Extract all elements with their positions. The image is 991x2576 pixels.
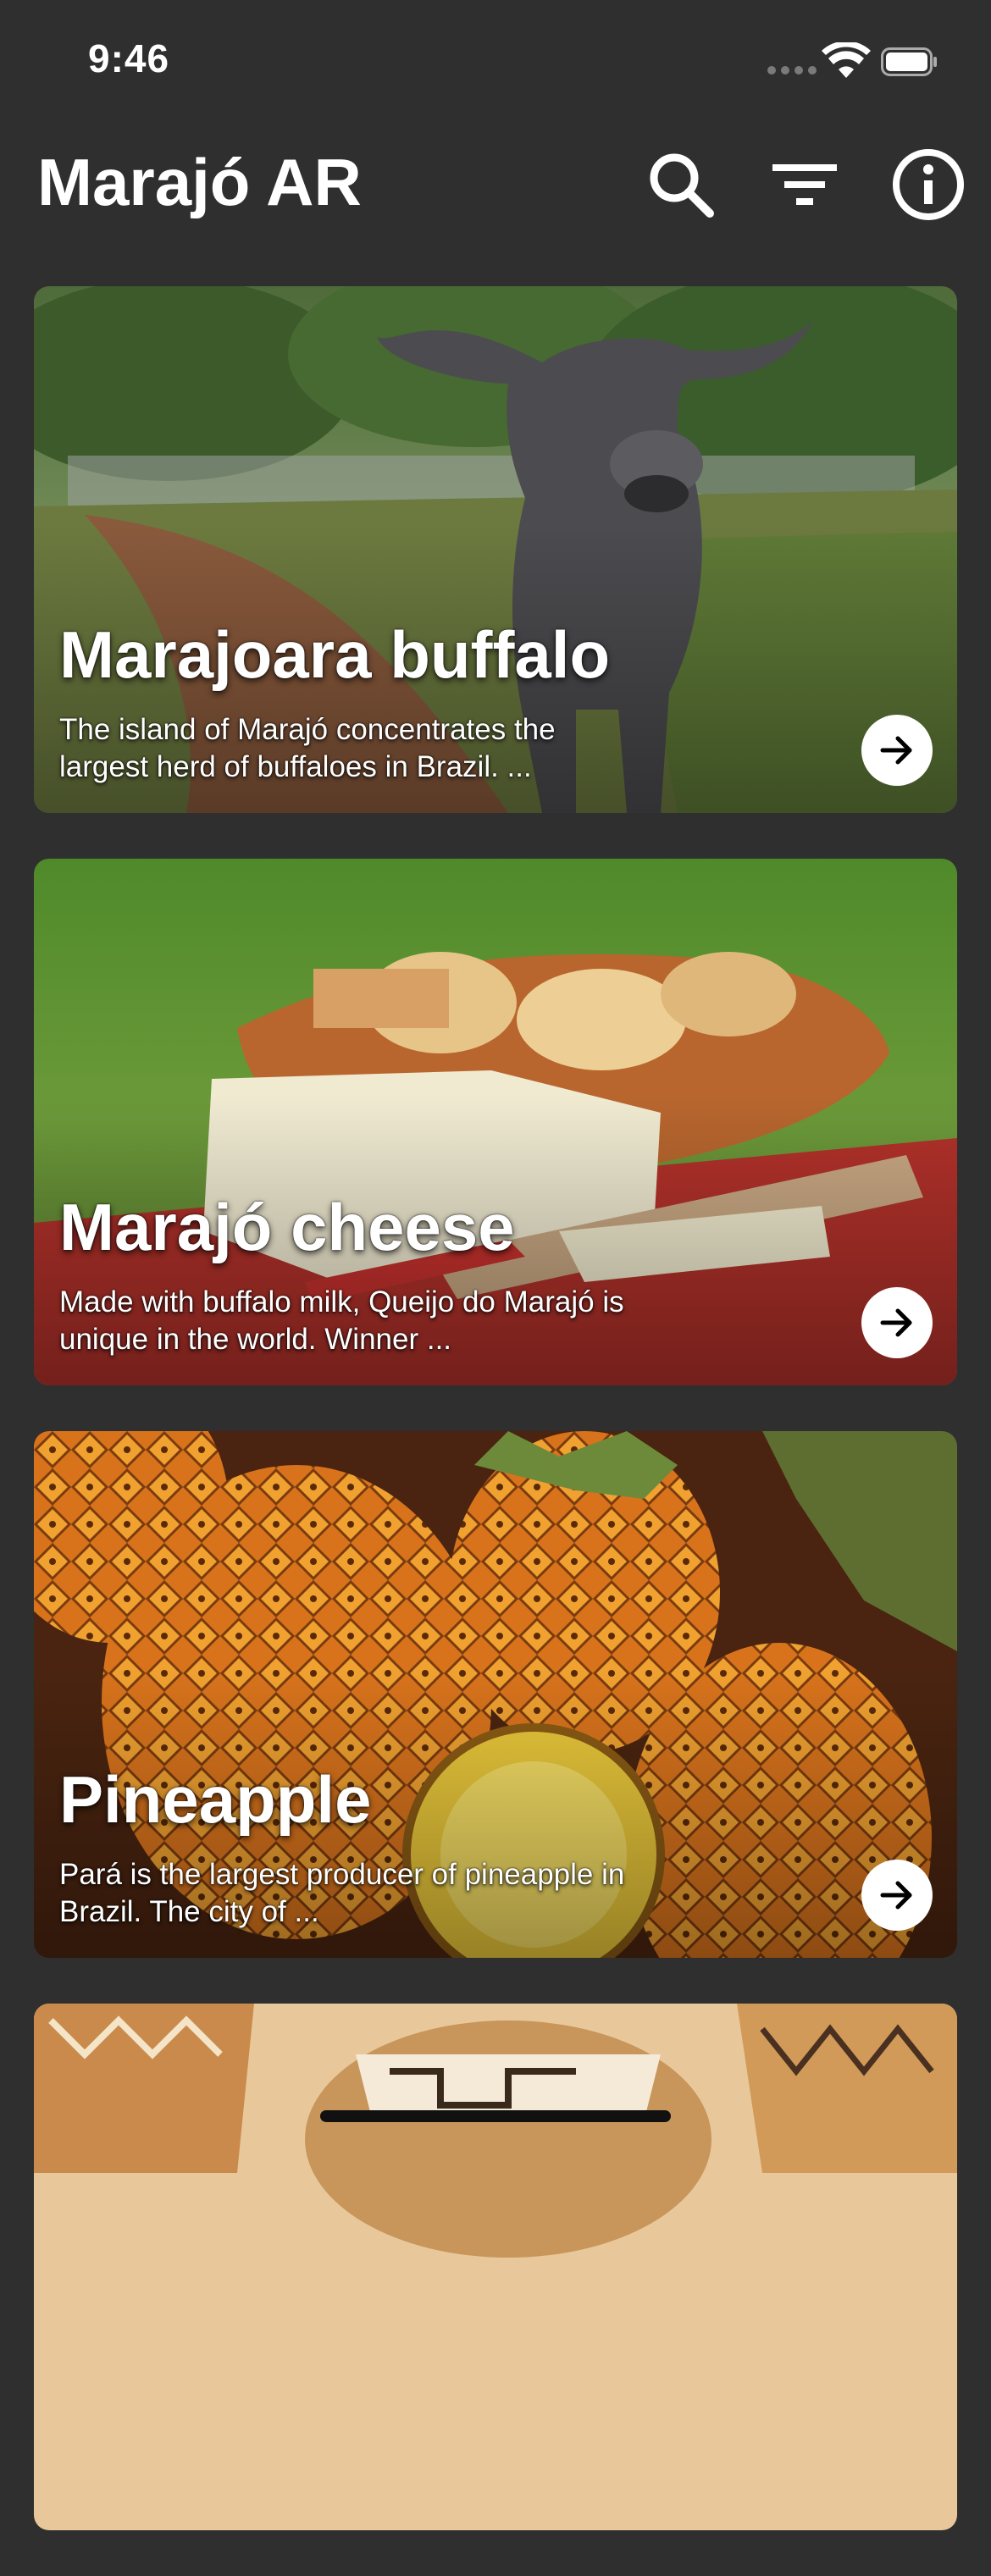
card-pineapple[interactable]: Pineapple Pará is the largest producer o… <box>34 1431 957 1958</box>
filter-icon <box>772 164 837 205</box>
battery-icon <box>881 47 937 76</box>
arrow-right-icon <box>880 1308 912 1337</box>
info-icon <box>893 149 964 220</box>
open-card-button[interactable] <box>861 1287 933 1358</box>
card-title: Marajó cheese <box>59 1190 515 1264</box>
home-indicator <box>320 2110 671 2122</box>
filter-button[interactable] <box>764 144 845 225</box>
card-description: Pará is the largest producer of pineappl… <box>59 1858 625 1928</box>
card-partial[interactable] <box>34 2004 957 2530</box>
card-list: Marajoara buffalo The island of Marajó c… <box>34 286 957 2576</box>
card-description: The island of Marajó concentrates the la… <box>59 713 556 783</box>
info-button[interactable] <box>888 144 969 225</box>
card-description: Made with buffalo milk, Queijo do Marajó… <box>59 1285 624 1356</box>
search-button[interactable] <box>640 144 722 225</box>
arrow-right-icon <box>880 1881 912 1910</box>
app-title: Marajó AR <box>37 145 362 219</box>
wifi-icon <box>822 42 871 78</box>
ceramics-image <box>34 2004 957 2530</box>
search-icon <box>650 153 714 218</box>
card-title: Pineapple <box>59 1762 372 1837</box>
open-card-button[interactable] <box>861 1860 933 1931</box>
card-marajoara-buffalo[interactable]: Marajoara buffalo The island of Marajó c… <box>34 286 957 813</box>
card-title: Marajoara buffalo <box>59 617 611 692</box>
cellular-signal-icon <box>767 66 817 75</box>
arrow-right-icon <box>880 736 912 765</box>
card-marajo-cheese[interactable]: Marajó cheese Made with buffalo milk, Qu… <box>34 859 957 1385</box>
status-time: 9:46 <box>88 36 170 80</box>
open-card-button[interactable] <box>861 715 933 786</box>
status-bar: 9:46 <box>0 0 991 119</box>
